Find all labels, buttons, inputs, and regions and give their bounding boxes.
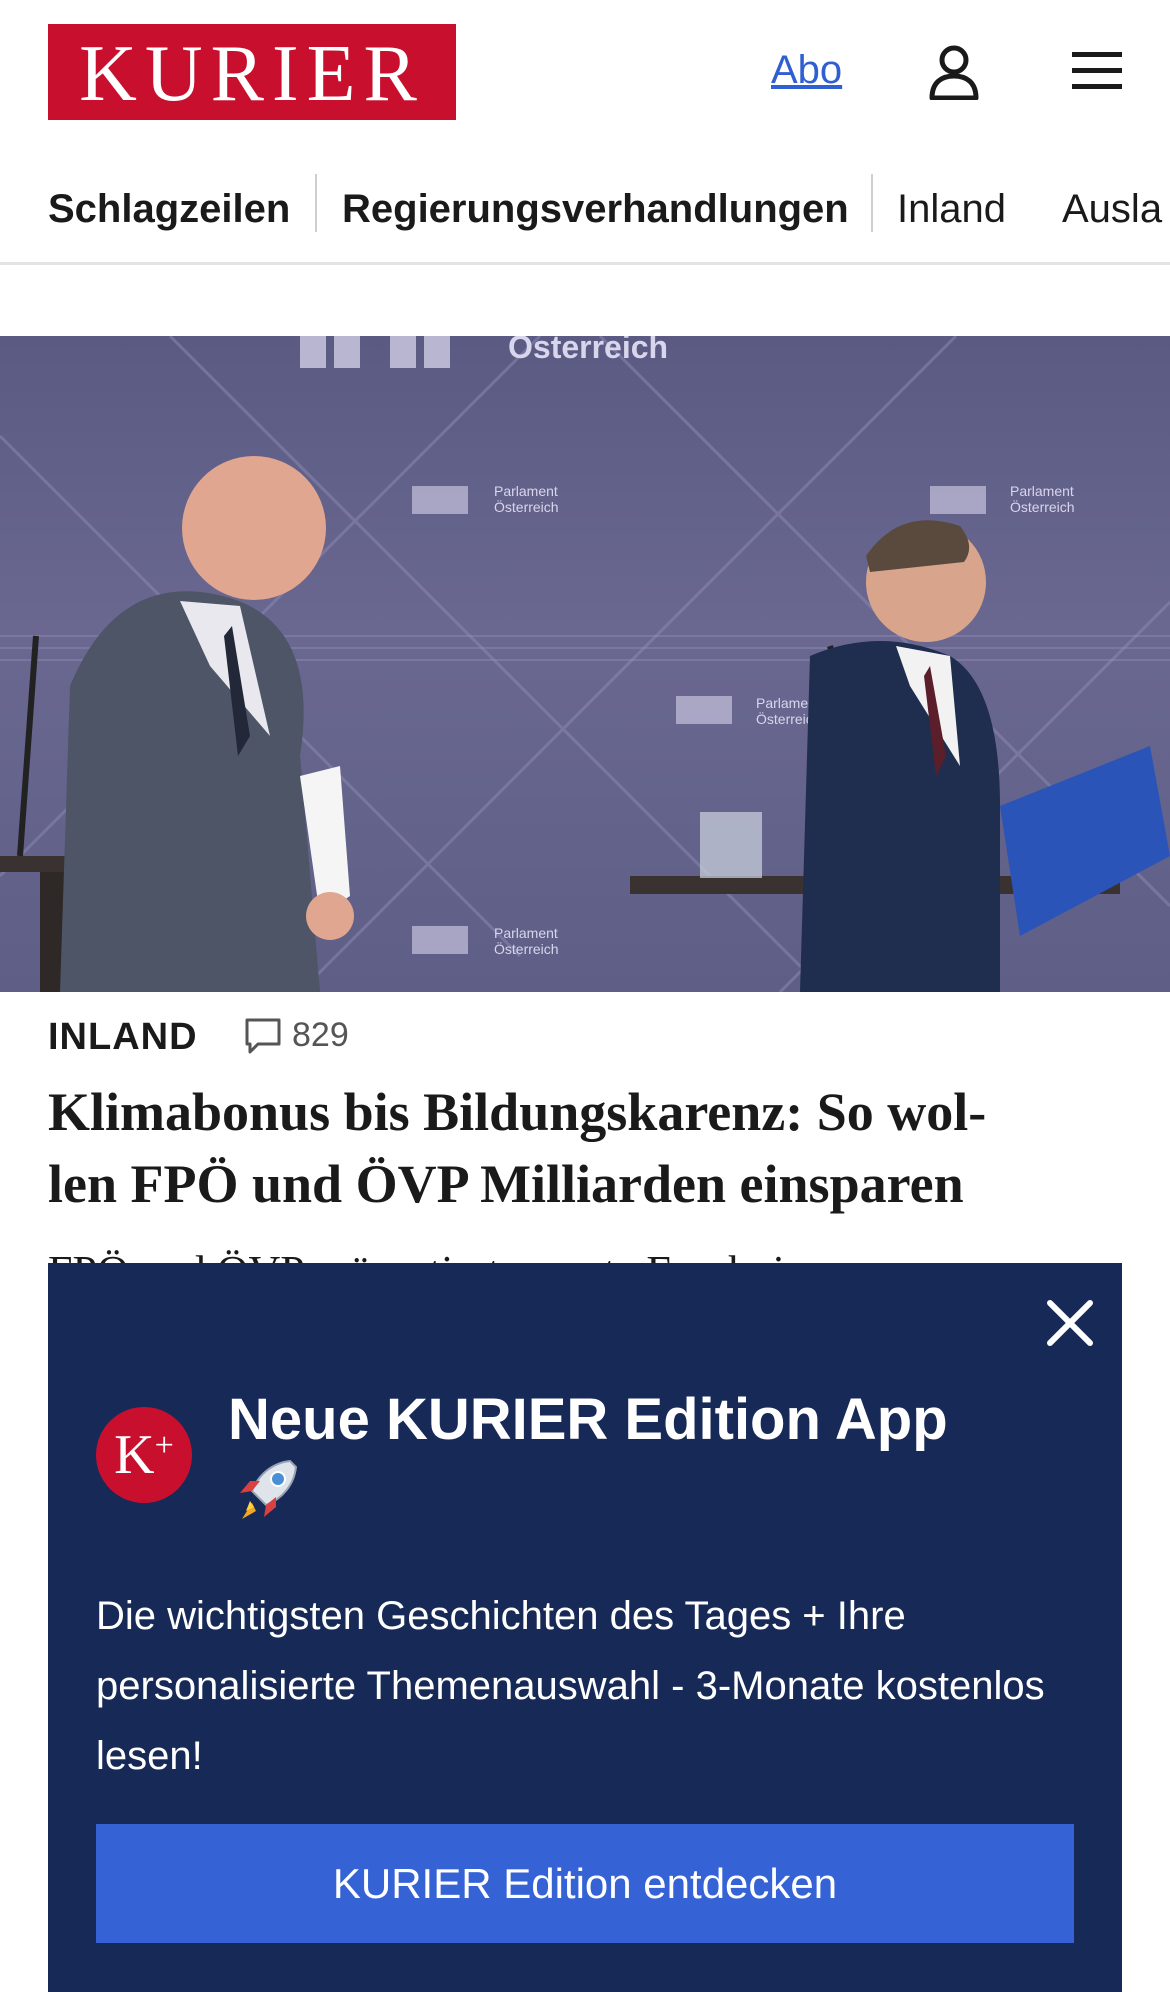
section-kicker[interactable]: INLAND [48,1016,198,1059]
popup-body: Die wichtigsten Geschichten des Tages + … [96,1594,1045,1778]
close-icon[interactable] [1042,1295,1098,1351]
backdrop-text: Österreich [494,498,559,515]
kurier-plus-logo: K + [96,1407,192,1503]
headline-line: len FPÖ und ÖVP Milliarden einsparen [48,1154,964,1214]
comment-count[interactable]: 829 [244,1016,349,1055]
kurier-logo[interactable]: KURIER [48,24,456,120]
hero-photo-illustration: Österreich Parlament Österreich Parlamen… [0,336,1170,992]
headline-line: Klimabonus bis Bildungskarenz: So wol- [48,1082,987,1142]
logo-text: KURIER [79,30,425,118]
comment-icon [245,1018,281,1053]
nav-divider [315,174,317,232]
user-icon[interactable] [928,44,980,100]
backdrop-text: Österreich [508,336,668,365]
backdrop-text: Österreich [494,940,559,957]
popup-title: Neue KURIER Edition App [228,1387,948,1452]
discover-edition-button[interactable]: KURIER Edition entdecken [96,1824,1074,1943]
kplus-badge-text: K [114,1424,155,1486]
backdrop-text: Parlament [494,925,558,941]
article-headline[interactable]: Klimabonus bis Bildungskarenz: So wol- l… [48,1076,1128,1220]
hamburger-menu-icon[interactable] [1072,50,1122,92]
app-promo-popup: K + Neue KURIER Edition App Die wichtigs… [48,1263,1122,1992]
backdrop-text: Parlament [1010,483,1074,499]
backdrop-text: Österreich [1010,498,1075,515]
nav-divider [871,174,873,232]
abo-link[interactable]: Abo [771,48,842,93]
comment-count-value: 829 [292,1016,349,1054]
rocket-icon [240,1459,298,1519]
kplus-badge-plus: + [154,1427,174,1464]
hero-image[interactable]: Österreich Parlament Österreich Parlamen… [0,336,1170,992]
nav-item-regierungsverhandlungen[interactable]: Regierungsverhandlungen [342,182,849,236]
backdrop-text: Parlament [494,483,558,499]
nav-item-schlagzeilen[interactable]: Schlagzeilen [48,182,290,236]
nav-item-ausland[interactable]: Ausla [1062,182,1162,236]
section-nav: Schlagzeilen Regierungsverhandlungen Inl… [0,160,1170,265]
nav-item-inland[interactable]: Inland [897,182,1006,236]
